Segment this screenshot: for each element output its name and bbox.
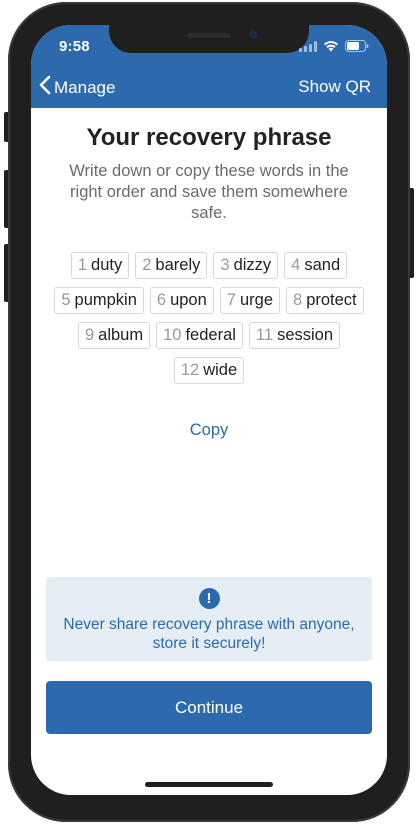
- word-chip: 5 pumpkin: [54, 287, 144, 314]
- word-chip: 9 album: [77, 322, 151, 349]
- word-number: 8: [293, 291, 303, 309]
- word-chip: 12 wide: [173, 357, 245, 384]
- phone-screen: 9:58 Manage Show QR Your recovery phrase…: [31, 25, 387, 795]
- word-chip: 3 dizzy: [213, 252, 279, 279]
- word-number: 6: [156, 291, 167, 309]
- word-chip: 1 duty: [70, 252, 130, 279]
- back-button[interactable]: Manage: [39, 75, 115, 100]
- chevron-left-icon: [39, 75, 51, 100]
- word-chip: 6 upon: [149, 287, 214, 314]
- home-indicator: [145, 782, 273, 787]
- word-chip: 7 urge: [219, 287, 281, 314]
- word-text: federal: [185, 326, 236, 344]
- page: 9:58 Manage Show QR Your recovery phrase…: [0, 0, 420, 828]
- word-number: 5: [61, 291, 71, 309]
- security-warning: ! Never share recovery phrase with anyon…: [46, 577, 372, 661]
- word-text: upon: [170, 291, 207, 309]
- word-text: pumpkin: [74, 291, 137, 309]
- show-qr-button[interactable]: Show QR: [298, 77, 371, 97]
- word-number: 9: [84, 326, 95, 344]
- front-camera: [249, 30, 258, 39]
- word-number: 7: [226, 291, 236, 309]
- word-chip: 11 session: [248, 322, 341, 349]
- word-number: 2: [142, 256, 152, 274]
- status-time: 9:58: [59, 38, 90, 55]
- page-subtitle: Write down or copy these words in the ri…: [69, 162, 349, 222]
- word-chip: 2 barely: [135, 252, 208, 279]
- battery-icon: [345, 40, 369, 52]
- word-text: protect: [306, 291, 357, 309]
- speaker-grille: [187, 33, 231, 38]
- word-number: 10: [163, 326, 182, 344]
- recovery-phrase-words: 1 duty 2 barely 3 dizzy 4 sand 5 pumpkin 6 upo…: [45, 252, 373, 384]
- word-number: 11: [255, 326, 274, 344]
- word-number: 12: [180, 361, 200, 379]
- word-text: sand: [304, 256, 341, 274]
- word-number: 1: [77, 256, 88, 274]
- word-number: 3: [220, 256, 230, 274]
- back-button-label: Manage: [54, 77, 116, 97]
- word-text: album: [98, 326, 144, 344]
- continue-button[interactable]: Continue: [46, 681, 372, 734]
- signal-icon: [299, 41, 317, 52]
- word-text: dizzy: [233, 256, 272, 274]
- word-text: session: [277, 326, 334, 344]
- exclamation-icon: !: [198, 588, 220, 609]
- status-icons: [299, 40, 369, 52]
- main-content: Your recovery phrase Write down or copy …: [31, 108, 387, 440]
- warning-text: Never share recovery phrase with anyone,…: [63, 616, 355, 652]
- notch: [109, 25, 309, 53]
- word-chip: 10 federal: [156, 322, 243, 349]
- word-text: barely: [155, 256, 201, 274]
- wifi-icon: [323, 40, 339, 52]
- word-chip: 4 sand: [284, 252, 348, 279]
- word-number: 4: [291, 256, 301, 274]
- copy-button[interactable]: Copy: [31, 421, 387, 440]
- word-text: duty: [91, 256, 123, 274]
- page-title: Your recovery phrase: [86, 124, 332, 151]
- word-chip: 8 protect: [286, 287, 364, 314]
- word-text: urge: [239, 291, 274, 309]
- app-header: 9:58 Manage Show QR: [31, 25, 387, 108]
- word-text: wide: [203, 361, 238, 379]
